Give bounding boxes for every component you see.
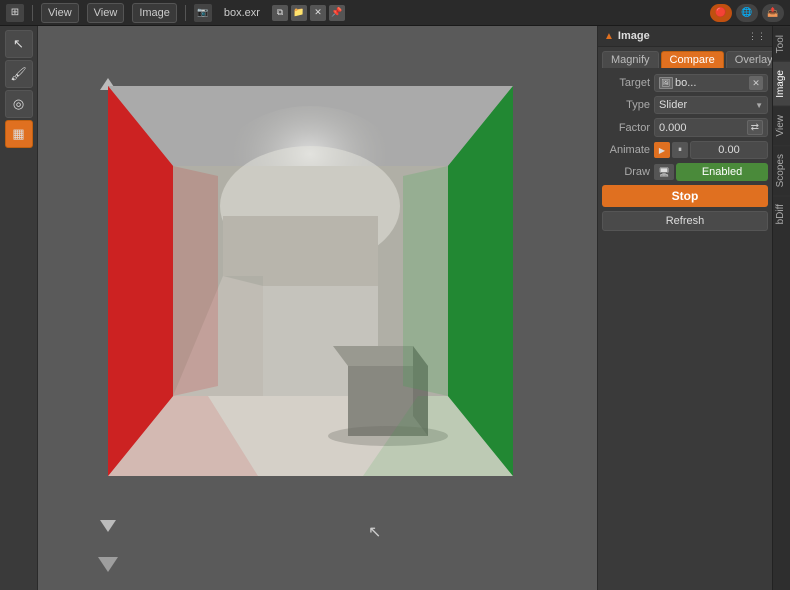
main-layout: ↖ 🖌 ◎ ▦ (0, 26, 790, 590)
panel-header: ▲ Image ⋮⋮ (598, 26, 772, 47)
play-btn[interactable]: ▶ (654, 142, 670, 158)
animate-row: Animate ▶ ⏸ 0.00 (602, 141, 768, 159)
output-icon[interactable]: 📤 (762, 4, 784, 22)
animate-label: Animate (602, 144, 650, 156)
editor-type-icon[interactable]: ⊞ (6, 4, 24, 22)
top-bar-right: 🔴 🌐 📤 (710, 4, 784, 22)
target-clear-btn[interactable]: ✕ (749, 76, 763, 90)
folder-icon[interactable]: 📁 (291, 5, 307, 21)
stop-button[interactable]: Stop (602, 185, 768, 207)
factor-row: Factor 0.000 ⇄ (602, 118, 768, 137)
close-icon[interactable]: ✕ (310, 5, 326, 21)
panel-triangle-icon: ▲ (604, 31, 614, 42)
checker-tool-btn[interactable]: ▦ (5, 120, 33, 148)
cursor-tool-btn[interactable]: ↖ (5, 30, 33, 58)
panel-menu-icon[interactable]: ⋮⋮ (748, 31, 766, 42)
camera-icon: 📷 (194, 4, 212, 22)
draw-row: Draw 🖥 Enabled (602, 163, 768, 181)
render-image (108, 86, 513, 476)
type-row: Type Slider ▼ (602, 96, 768, 114)
factor-value: 0.000 (659, 122, 744, 134)
type-label: Type (602, 99, 650, 111)
type-value: Slider (659, 99, 753, 111)
sample-tool-btn[interactable]: ◎ (5, 90, 33, 118)
panel-title: Image (618, 30, 744, 42)
separator-1 (32, 5, 33, 21)
side-tab-scopes[interactable]: Scopes (773, 145, 790, 195)
target-field[interactable]: 🖼 bo... ✕ (654, 74, 768, 92)
target-label: Target (602, 77, 650, 89)
copy-icon[interactable]: ⧉ (272, 5, 288, 21)
filename-display: box.exr (220, 6, 264, 20)
marker-bottom-left-2 (98, 557, 118, 572)
right-panels: ▲ Image ⋮⋮ Magnify Compare Overlay Targe… (597, 26, 772, 590)
tab-compare[interactable]: Compare (661, 51, 724, 68)
factor-field[interactable]: 0.000 ⇄ (654, 118, 768, 137)
panel-body: Target 🖼 bo... ✕ Type Slider ▼ (598, 68, 772, 237)
render-icon[interactable]: 🔴 (710, 4, 732, 22)
scene-icon[interactable]: 🌐 (736, 4, 758, 22)
draw-label: Draw (602, 166, 650, 178)
refresh-button[interactable]: Refresh (602, 211, 768, 231)
canvas-area: ↖ (38, 26, 597, 590)
pin-icon[interactable]: 📌 (329, 5, 345, 21)
type-dropdown[interactable]: Slider ▼ (654, 96, 768, 114)
draw-icon: 🖥 (654, 164, 674, 180)
side-tab-image[interactable]: Image (773, 61, 790, 106)
top-bar: ⊞ View View Image 📷 box.exr ⧉ 📁 ✕ 📌 🔴 🌐 … (0, 0, 790, 26)
enabled-badge[interactable]: Enabled (676, 163, 768, 181)
tab-magnify[interactable]: Magnify (602, 51, 659, 68)
factor-swap-btn[interactable]: ⇄ (747, 120, 763, 135)
side-tab-view[interactable]: View (773, 106, 790, 145)
view-menu-btn-2[interactable]: View (87, 3, 125, 23)
dropdown-arrow-icon: ▼ (755, 101, 763, 110)
target-row: Target 🖼 bo... ✕ (602, 74, 768, 92)
tabs-row: Magnify Compare Overlay (598, 47, 772, 68)
right-side-tabs: Tool Image View Scopes bDiff (772, 26, 790, 590)
separator-2 (185, 5, 186, 21)
cornell-box-scene (108, 86, 513, 476)
right-area: ▲ Image ⋮⋮ Magnify Compare Overlay Targe… (597, 26, 790, 590)
side-tab-tool[interactable]: Tool (773, 26, 790, 61)
side-tab-bdiff[interactable]: bDiff (773, 195, 790, 232)
image-menu-btn[interactable]: Image (132, 3, 177, 23)
cursor-indicator: ↖ (368, 522, 381, 542)
left-toolbar: ↖ 🖌 ◎ ▦ (0, 26, 38, 590)
factor-label: Factor (602, 122, 650, 134)
pause-btn[interactable]: ⏸ (672, 142, 688, 158)
animate-number-field[interactable]: 0.00 (690, 141, 768, 159)
target-value: bo... (675, 77, 747, 89)
view-menu-btn-1[interactable]: View (41, 3, 79, 23)
marker-bottom-left-1 (100, 520, 116, 532)
target-file-icon: 🖼 (659, 77, 673, 89)
paint-tool-btn[interactable]: 🖌 (5, 60, 33, 88)
